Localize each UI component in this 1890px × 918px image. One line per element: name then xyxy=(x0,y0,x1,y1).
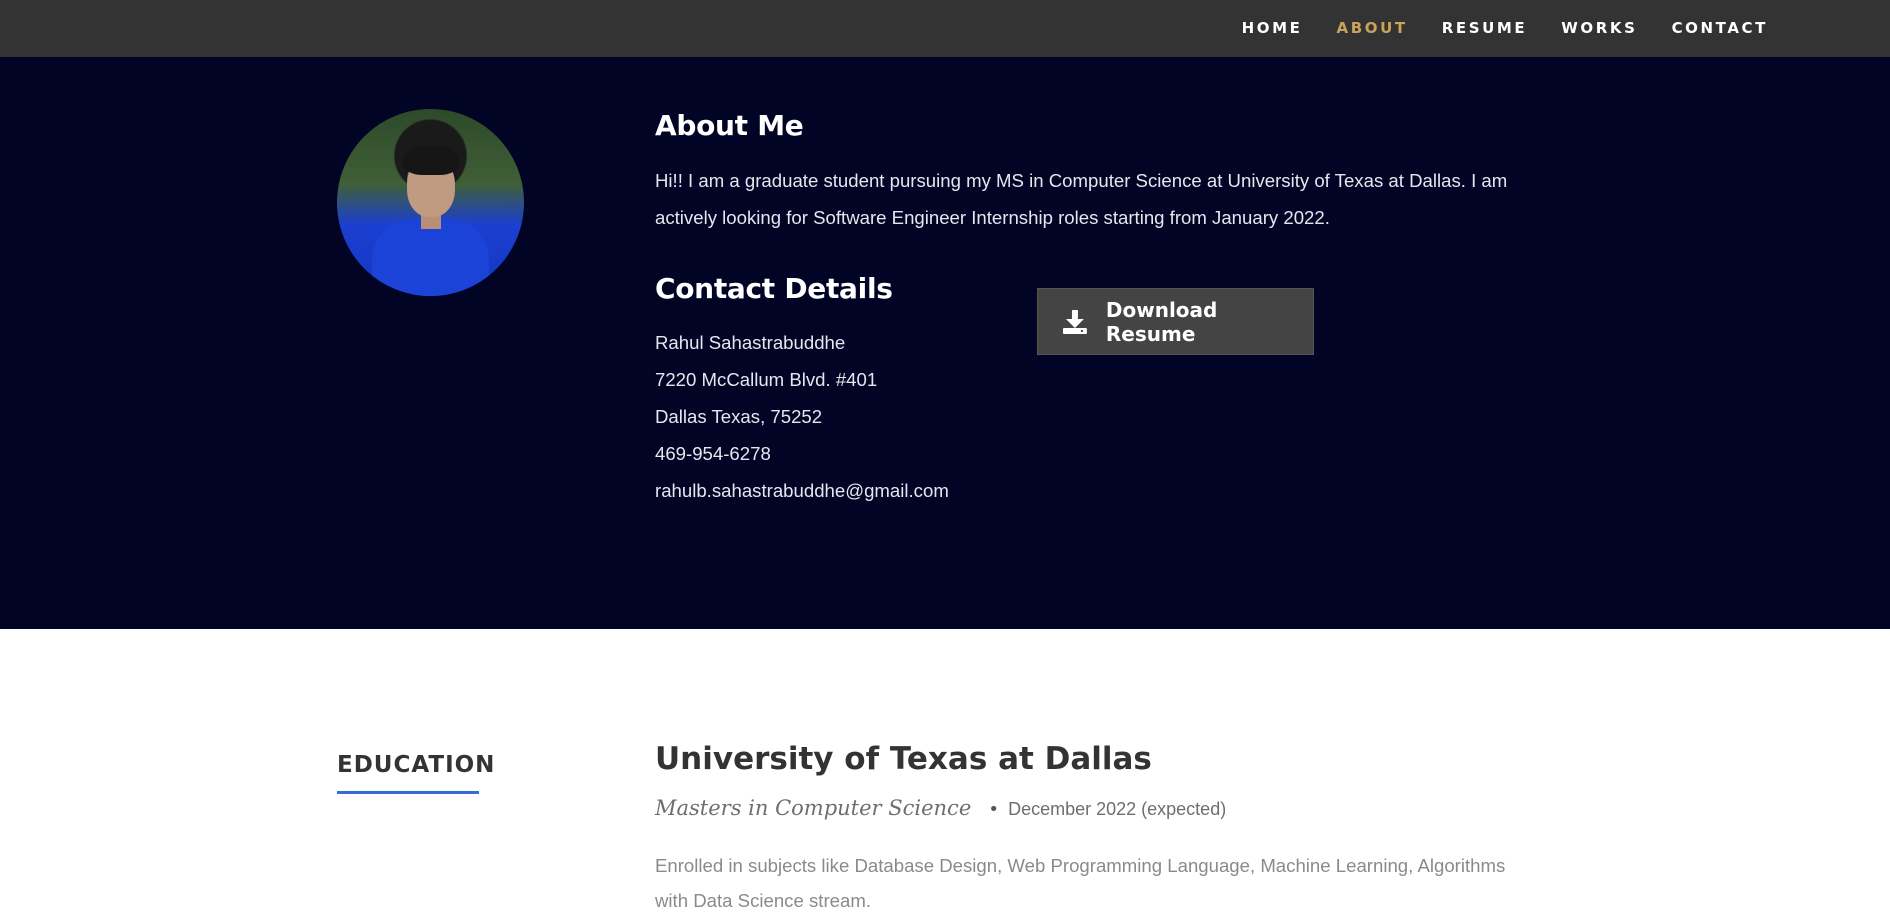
contact-address-line1: 7220 McCallum Blvd. #401 xyxy=(655,369,878,390)
download-resume-button[interactable]: Download Resume xyxy=(1037,288,1314,355)
education-description: Enrolled in subjects like Database Desig… xyxy=(655,855,1506,911)
nav-link-home[interactable]: HOME xyxy=(1242,19,1303,37)
profile-photo xyxy=(337,109,524,296)
nav-item-works: WORKS xyxy=(1561,18,1637,37)
nav-item-contact: CONTACT xyxy=(1672,18,1768,37)
nav-item-home: HOME xyxy=(1242,18,1303,37)
contact-details: Rahul Sahastrabuddhe 7220 McCallum Blvd.… xyxy=(655,324,949,509)
contact-name: Rahul Sahastrabuddhe xyxy=(655,332,846,353)
profile-photo-shirt xyxy=(372,219,489,296)
degree-name: Masters in Computer Science xyxy=(655,796,972,820)
about-section: About Me Hi!! I am a graduate student pu… xyxy=(0,57,1890,629)
contact-address-line2: Dallas Texas, 75252 xyxy=(655,406,823,427)
bullet-separator: • xyxy=(988,799,999,820)
about-text: Hi!! I am a graduate student pursuing my… xyxy=(655,170,1508,228)
contact-email[interactable]: rahulb.sahastrabuddhe@gmail.com xyxy=(655,472,949,509)
education-heading: EDUCATION xyxy=(337,752,496,778)
about-title: About Me xyxy=(655,109,804,142)
nav-link-about[interactable]: ABOUT xyxy=(1337,19,1408,37)
degree-date: December 2022 (expected) xyxy=(1008,799,1227,819)
school-name: University of Texas at Dallas xyxy=(655,741,1152,777)
nav-item-resume: RESUME xyxy=(1442,18,1528,37)
contact-phone: 469-954-6278 xyxy=(655,443,771,464)
nav-menu: HOME ABOUT RESUME WORKS CONTACT xyxy=(1208,18,1768,37)
profile-photo-hair xyxy=(403,145,459,175)
top-navigation: HOME ABOUT RESUME WORKS CONTACT xyxy=(0,0,1890,58)
nav-link-contact[interactable]: CONTACT xyxy=(1672,19,1768,37)
education-heading-underline xyxy=(337,791,479,794)
download-icon xyxy=(1062,309,1087,334)
download-resume-label: Download Resume xyxy=(1105,297,1218,346)
degree-info: Masters in Computer Science • December 2… xyxy=(655,796,1226,820)
nav-item-about: ABOUT xyxy=(1337,18,1408,37)
contact-title: Contact Details xyxy=(655,272,893,305)
nav-link-resume[interactable]: RESUME xyxy=(1442,19,1528,37)
nav-link-works[interactable]: WORKS xyxy=(1561,19,1637,37)
